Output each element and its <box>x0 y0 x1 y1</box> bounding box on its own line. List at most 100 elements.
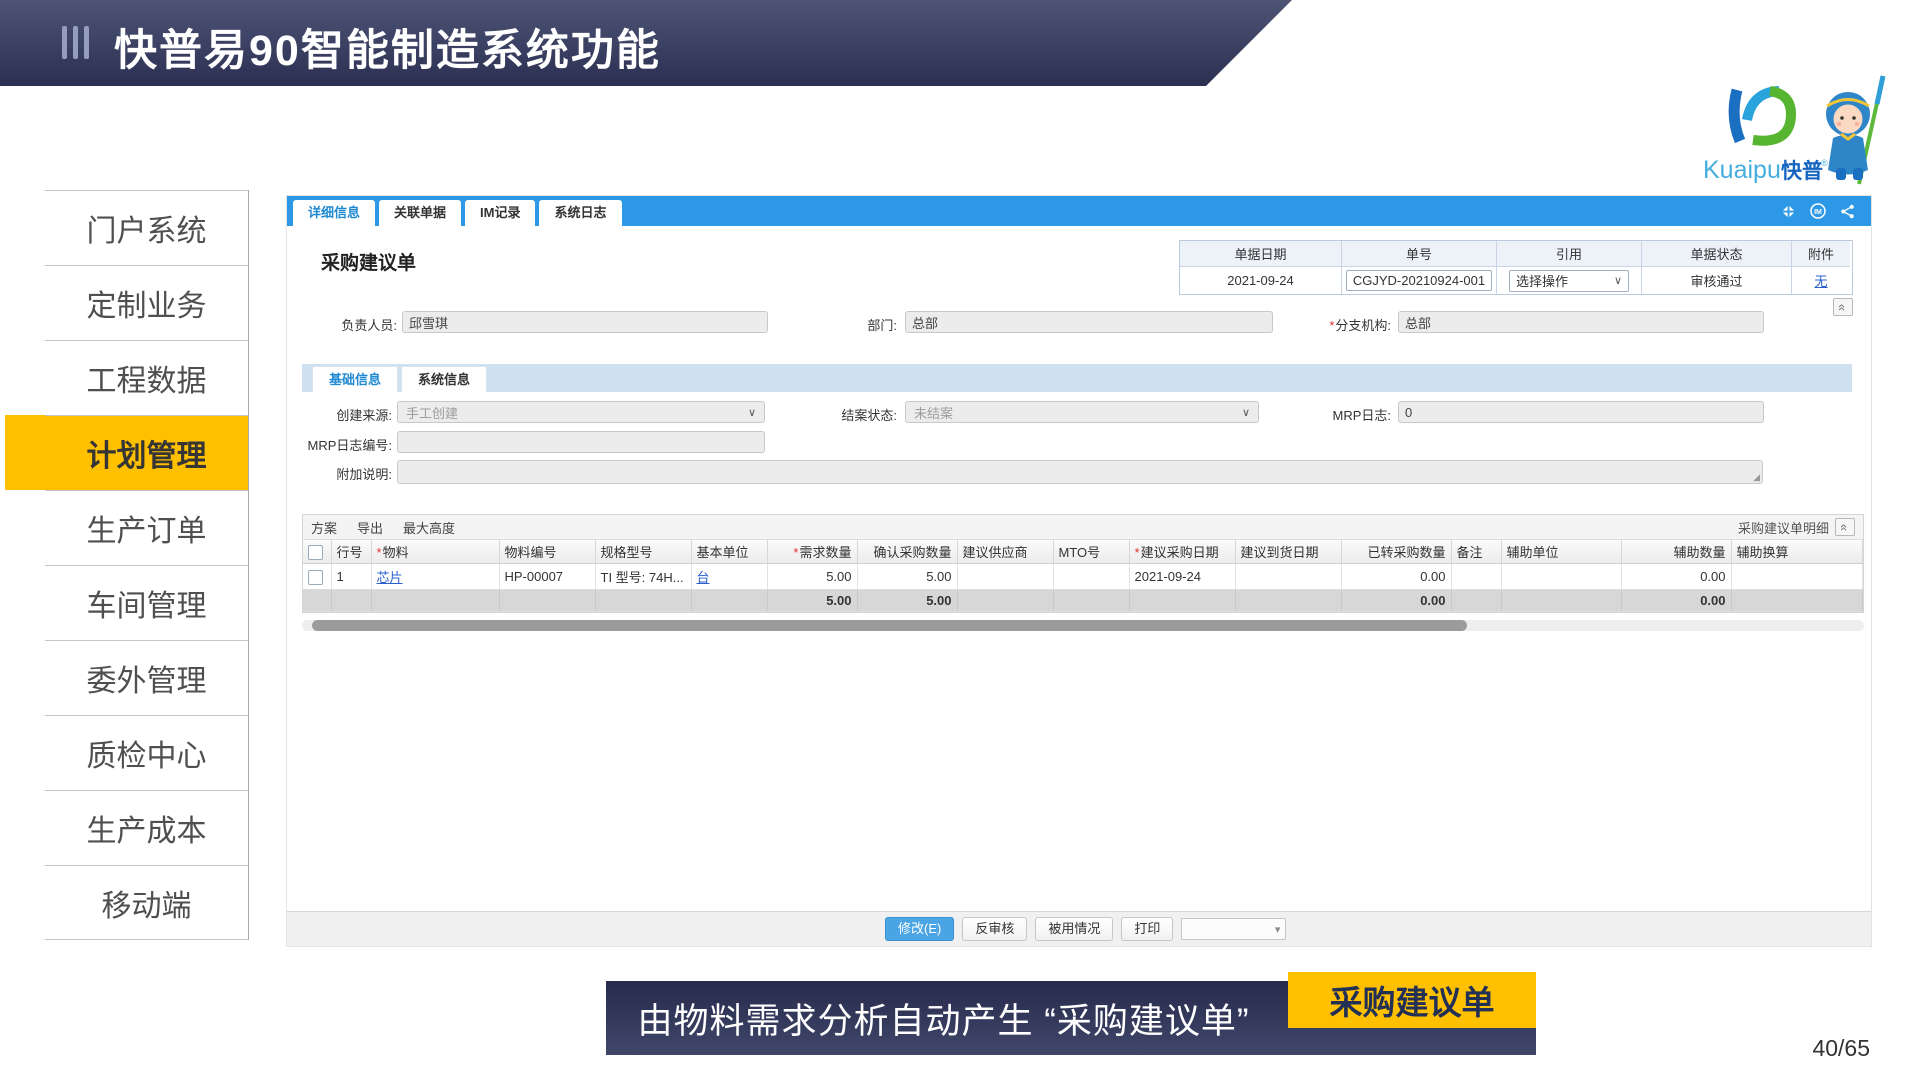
material-link[interactable]: 芯片 <box>377 570 403 585</box>
sidebar-item-plan-management[interactable]: 计划管理 <box>45 415 248 490</box>
col-purchase-date[interactable]: *建议采购日期 <box>1129 540 1235 564</box>
more-actions-select[interactable]: ▾ <box>1181 918 1286 940</box>
col-delivery-date[interactable]: 建议到货日期 <box>1235 540 1341 564</box>
col-aux-qty[interactable]: 辅助数量 <box>1621 540 1731 564</box>
note-label: 附加说明: <box>312 464 392 483</box>
doc-number: CGJYD-20210924-001 <box>1346 270 1492 291</box>
sidebar-item-custom-business[interactable]: 定制业务 <box>45 265 248 340</box>
col-material[interactable]: *物料 <box>371 540 499 564</box>
grid-section-title: 采购建议单明细 <box>1738 518 1829 537</box>
cell-material-code: HP-00007 <box>499 564 595 590</box>
kuaipu-logo: Kuaipu 快普 ® <box>1703 74 1913 190</box>
doc-status: 审核通过 <box>1642 266 1792 294</box>
select-all-checkbox[interactable] <box>308 545 323 560</box>
sidebar-item-label: 门户系统 <box>87 206 207 250</box>
hdr-col-date: 单据日期 <box>1180 241 1342 266</box>
branch-label: 分支机构: <box>1335 318 1391 333</box>
print-button[interactable]: 打印 <box>1121 917 1173 941</box>
owner-field[interactable] <box>402 311 768 333</box>
hdr-col-docno: 单号 <box>1342 241 1497 266</box>
sidebar-item-engineering-data[interactable]: 工程数据 <box>45 340 248 415</box>
cell-spec: TI 型号: 74H... <box>595 564 691 590</box>
cell-mto <box>1053 564 1129 590</box>
mrp-no-field[interactable] <box>397 431 765 453</box>
sidebar-item-portal[interactable]: 门户系统 <box>45 190 248 265</box>
col-remark[interactable]: 备注 <box>1451 540 1501 564</box>
scrollbar-thumb[interactable] <box>312 620 1467 631</box>
chevron-down-icon: ∨ <box>1242 406 1250 419</box>
source-select[interactable]: 手工创建 ∨ <box>397 401 765 423</box>
im-icon[interactable]: IM <box>1810 203 1826 219</box>
sidebar-item-label: 质检中心 <box>87 731 207 775</box>
sidebar-item-outsourcing[interactable]: 委外管理 <box>45 640 248 715</box>
unit-link[interactable]: 台 <box>697 570 710 585</box>
cell-purchase-date: 2021-09-24 <box>1129 564 1235 590</box>
hdr-col-attachment: 附件 <box>1792 241 1850 266</box>
note-textarea[interactable]: ◢ <box>397 460 1763 484</box>
sidebar-item-workshop[interactable]: 车间管理 <box>45 565 248 640</box>
unaudit-button[interactable]: 反审核 <box>962 917 1027 941</box>
collapse-grid-button[interactable]: « <box>1835 518 1855 536</box>
caption-text: 由物料需求分析自动产生 “采购建议单” <box>637 993 1249 1044</box>
detail-table: 行号 *物料 物料编号 规格型号 基本单位 *需求数量 确认采购数量 建议供应商… <box>303 540 1863 612</box>
branch-field[interactable] <box>1398 311 1764 333</box>
page-number: 40/65 <box>1812 1035 1870 1062</box>
col-material-code[interactable]: 物料编号 <box>499 540 595 564</box>
col-confirm-qty[interactable]: 确认采购数量 <box>857 540 957 564</box>
close-status-select[interactable]: 未结案 ∨ <box>905 401 1259 423</box>
sidebar-item-label: 车间管理 <box>87 581 207 625</box>
subtabs: 基础信息 系统信息 <box>302 364 1852 392</box>
doc-header-table: 单据日期 单号 引用 单据状态 附件 2021-09-24 CGJYD-2021… <box>1179 240 1853 295</box>
horizontal-scrollbar[interactable] <box>302 620 1864 631</box>
erp-window: 详细信息 关联单据 IM记录 系统日志 IM 采购建议单 <box>286 195 1872 947</box>
scheme-button[interactable]: 方案 <box>311 518 337 537</box>
sidebar-item-label: 计划管理 <box>87 431 207 475</box>
grid-toolbar: 方案 导出 最大高度 采购建议单明细 « <box>303 515 1863 540</box>
doc-date: 2021-09-24 <box>1180 266 1342 294</box>
logo-latin: Kuaipu <box>1703 156 1781 184</box>
attachment-link[interactable]: 无 <box>1814 271 1827 290</box>
sidebar-item-production-order[interactable]: 生产订单 <box>45 490 248 565</box>
cell-line-no: 1 <box>331 564 371 590</box>
col-spec[interactable]: 规格型号 <box>595 540 691 564</box>
page-title: 快普易90智能制造系统功能 <box>114 16 661 78</box>
col-demand-qty[interactable]: *需求数量 <box>767 540 857 564</box>
export-button[interactable]: 导出 <box>357 518 383 537</box>
usage-button[interactable]: 被用情况 <box>1035 917 1113 941</box>
col-supplier[interactable]: 建议供应商 <box>957 540 1053 564</box>
col-aux-rate[interactable]: 辅助换算 <box>1731 540 1863 564</box>
row-checkbox[interactable] <box>308 570 323 585</box>
sidebar-item-quality-center[interactable]: 质检中心 <box>45 715 248 790</box>
mrp-log-field[interactable] <box>1398 401 1764 423</box>
bars-icon <box>62 26 89 59</box>
subtab-basic-info[interactable]: 基础信息 <box>312 366 398 392</box>
max-height-button[interactable]: 最大高度 <box>403 518 455 537</box>
collapse-icon: « <box>1838 523 1851 530</box>
resize-grip-icon[interactable]: ◢ <box>1753 472 1760 483</box>
footer-bar: 修改(E) 反审核 被用情况 打印 ▾ <box>287 911 1871 946</box>
col-mto[interactable]: MTO号 <box>1053 540 1129 564</box>
col-aux-unit[interactable]: 辅助单位 <box>1501 540 1621 564</box>
subtab-system-info[interactable]: 系统信息 <box>401 366 487 392</box>
logo-reg: ® <box>1821 158 1828 168</box>
sidebar-item-label: 定制业务 <box>87 281 207 325</box>
sidebar-item-production-cost[interactable]: 生产成本 <box>45 790 248 865</box>
tab-related-docs[interactable]: 关联单据 <box>379 200 461 226</box>
tab-im-record[interactable]: IM记录 <box>465 200 535 226</box>
cell-aux-rate <box>1731 564 1863 590</box>
reference-select[interactable]: 选择操作 ∨ <box>1509 270 1629 292</box>
tab-detail-info[interactable]: 详细信息 <box>293 200 375 226</box>
dept-field[interactable] <box>905 311 1273 333</box>
sidebar-item-label: 生产成本 <box>87 806 207 850</box>
cell-supplier <box>957 564 1053 590</box>
col-converted-qty[interactable]: 已转采购数量 <box>1341 540 1451 564</box>
modify-button[interactable]: 修改(E) <box>885 917 954 941</box>
compress-icon[interactable] <box>1781 204 1796 219</box>
collapse-header-button[interactable]: « <box>1833 298 1853 316</box>
sidebar-item-mobile[interactable]: 移动端 <box>45 865 248 940</box>
cell-aux-qty: 0.00 <box>1621 564 1731 590</box>
col-line-no[interactable]: 行号 <box>331 540 371 564</box>
tab-system-log[interactable]: 系统日志 <box>539 200 621 226</box>
share-icon[interactable] <box>1840 204 1855 219</box>
col-unit[interactable]: 基本单位 <box>691 540 767 564</box>
